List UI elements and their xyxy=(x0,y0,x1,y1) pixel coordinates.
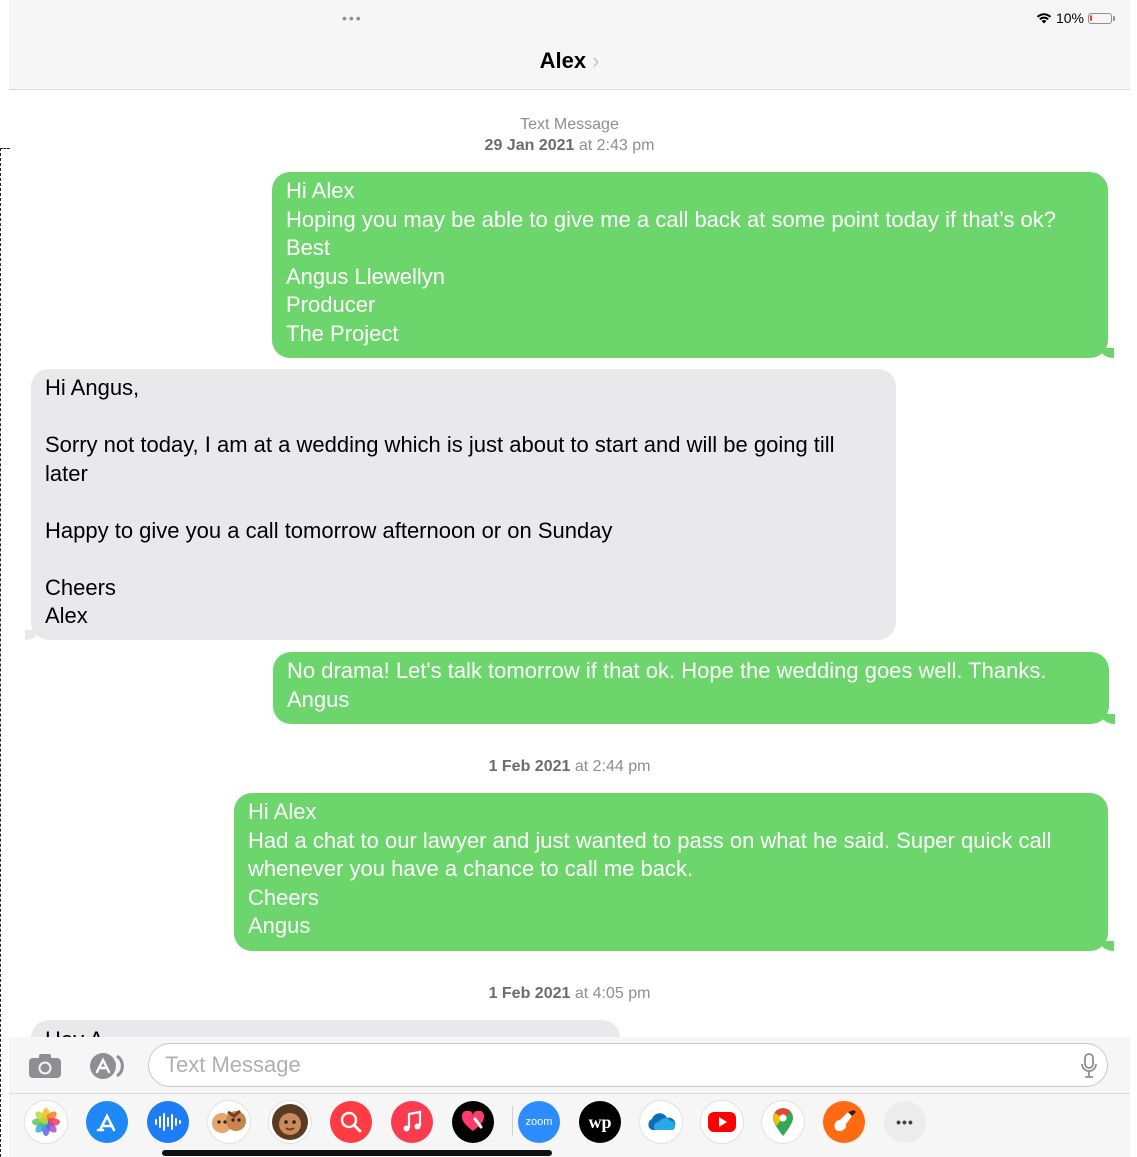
photos-app-icon[interactable] xyxy=(25,1101,67,1143)
memoji-stickers-icon[interactable] xyxy=(208,1101,250,1143)
service-label: Text Message xyxy=(520,116,619,133)
digital-touch-icon[interactable] xyxy=(452,1101,494,1143)
contact-name: Alex xyxy=(539,48,587,73)
garageband-icon[interactable] xyxy=(823,1101,865,1143)
more-apps-icon[interactable]: ••• xyxy=(884,1101,926,1143)
message-input[interactable] xyxy=(163,1044,1047,1086)
outgoing-message[interactable]: No drama! Let's talk tomorrow if that ok… xyxy=(273,652,1115,724)
app-drawer: zoom wp ••• xyxy=(9,1093,1130,1157)
navigation-bar: ••• 10% Alex › xyxy=(9,0,1130,90)
battery-icon xyxy=(1088,12,1115,24)
battery-level xyxy=(1090,14,1092,21)
outgoing-message[interactable]: Hi Alex Had a chat to our lawyer and jus… xyxy=(234,793,1114,951)
incoming-message[interactable]: Hi Angus, Sorry not today, I am at a wed… xyxy=(25,369,896,640)
timestamp: 1 Feb 2021 at 4:05 pm xyxy=(488,985,651,1002)
camera-icon[interactable] xyxy=(27,1052,63,1080)
wifi-icon xyxy=(1036,13,1052,24)
status-bar: 10% xyxy=(1036,10,1115,26)
timestamp-header: Text Message 29 Jan 2021 at 2:43 pm xyxy=(9,114,1130,156)
more-apps-label: ••• xyxy=(896,1114,914,1130)
app-store-drawer-icon[interactable] xyxy=(87,1052,131,1080)
contact-header[interactable]: Alex › xyxy=(9,48,1130,74)
zoom-icon[interactable]: zoom xyxy=(518,1101,560,1143)
timestamp: 1 Feb 2021 at 2:44 pm xyxy=(488,758,651,775)
message-composer xyxy=(9,1037,1130,1093)
microphone-icon[interactable] xyxy=(1081,1053,1097,1084)
outgoing-message[interactable]: Hi Alex Hoping you may be able to give m… xyxy=(272,172,1114,358)
washington-post-icon-label: wp xyxy=(588,1111,612,1132)
audio-message-icon[interactable] xyxy=(147,1101,189,1143)
washington-post-icon[interactable]: wp xyxy=(579,1101,621,1143)
multitasking-dots-icon[interactable]: ••• xyxy=(342,10,363,26)
app-store-icon[interactable] xyxy=(86,1101,128,1143)
timestamp: 29 Jan 2021 at 2:43 pm xyxy=(484,137,655,154)
incoming-message-partial[interactable]: Hey A xyxy=(31,1020,620,1037)
google-maps-icon[interactable] xyxy=(762,1101,804,1143)
battery-percent: 10% xyxy=(1055,10,1084,26)
app-drawer-divider xyxy=(512,1106,513,1136)
music-icon[interactable] xyxy=(391,1101,433,1143)
message-thread[interactable]: Text Message 29 Jan 2021 at 2:43 pm Hi A… xyxy=(9,91,1130,1037)
animoji-icon[interactable] xyxy=(269,1101,311,1143)
onedrive-icon[interactable] xyxy=(640,1101,682,1143)
chevron-right-icon: › xyxy=(592,48,600,73)
zoom-icon-label: zoom xyxy=(525,1116,553,1128)
message-text-field[interactable] xyxy=(148,1043,1108,1087)
images-search-icon[interactable] xyxy=(330,1101,372,1143)
home-indicator[interactable] xyxy=(162,1150,552,1156)
youtube-icon[interactable] xyxy=(701,1101,743,1143)
